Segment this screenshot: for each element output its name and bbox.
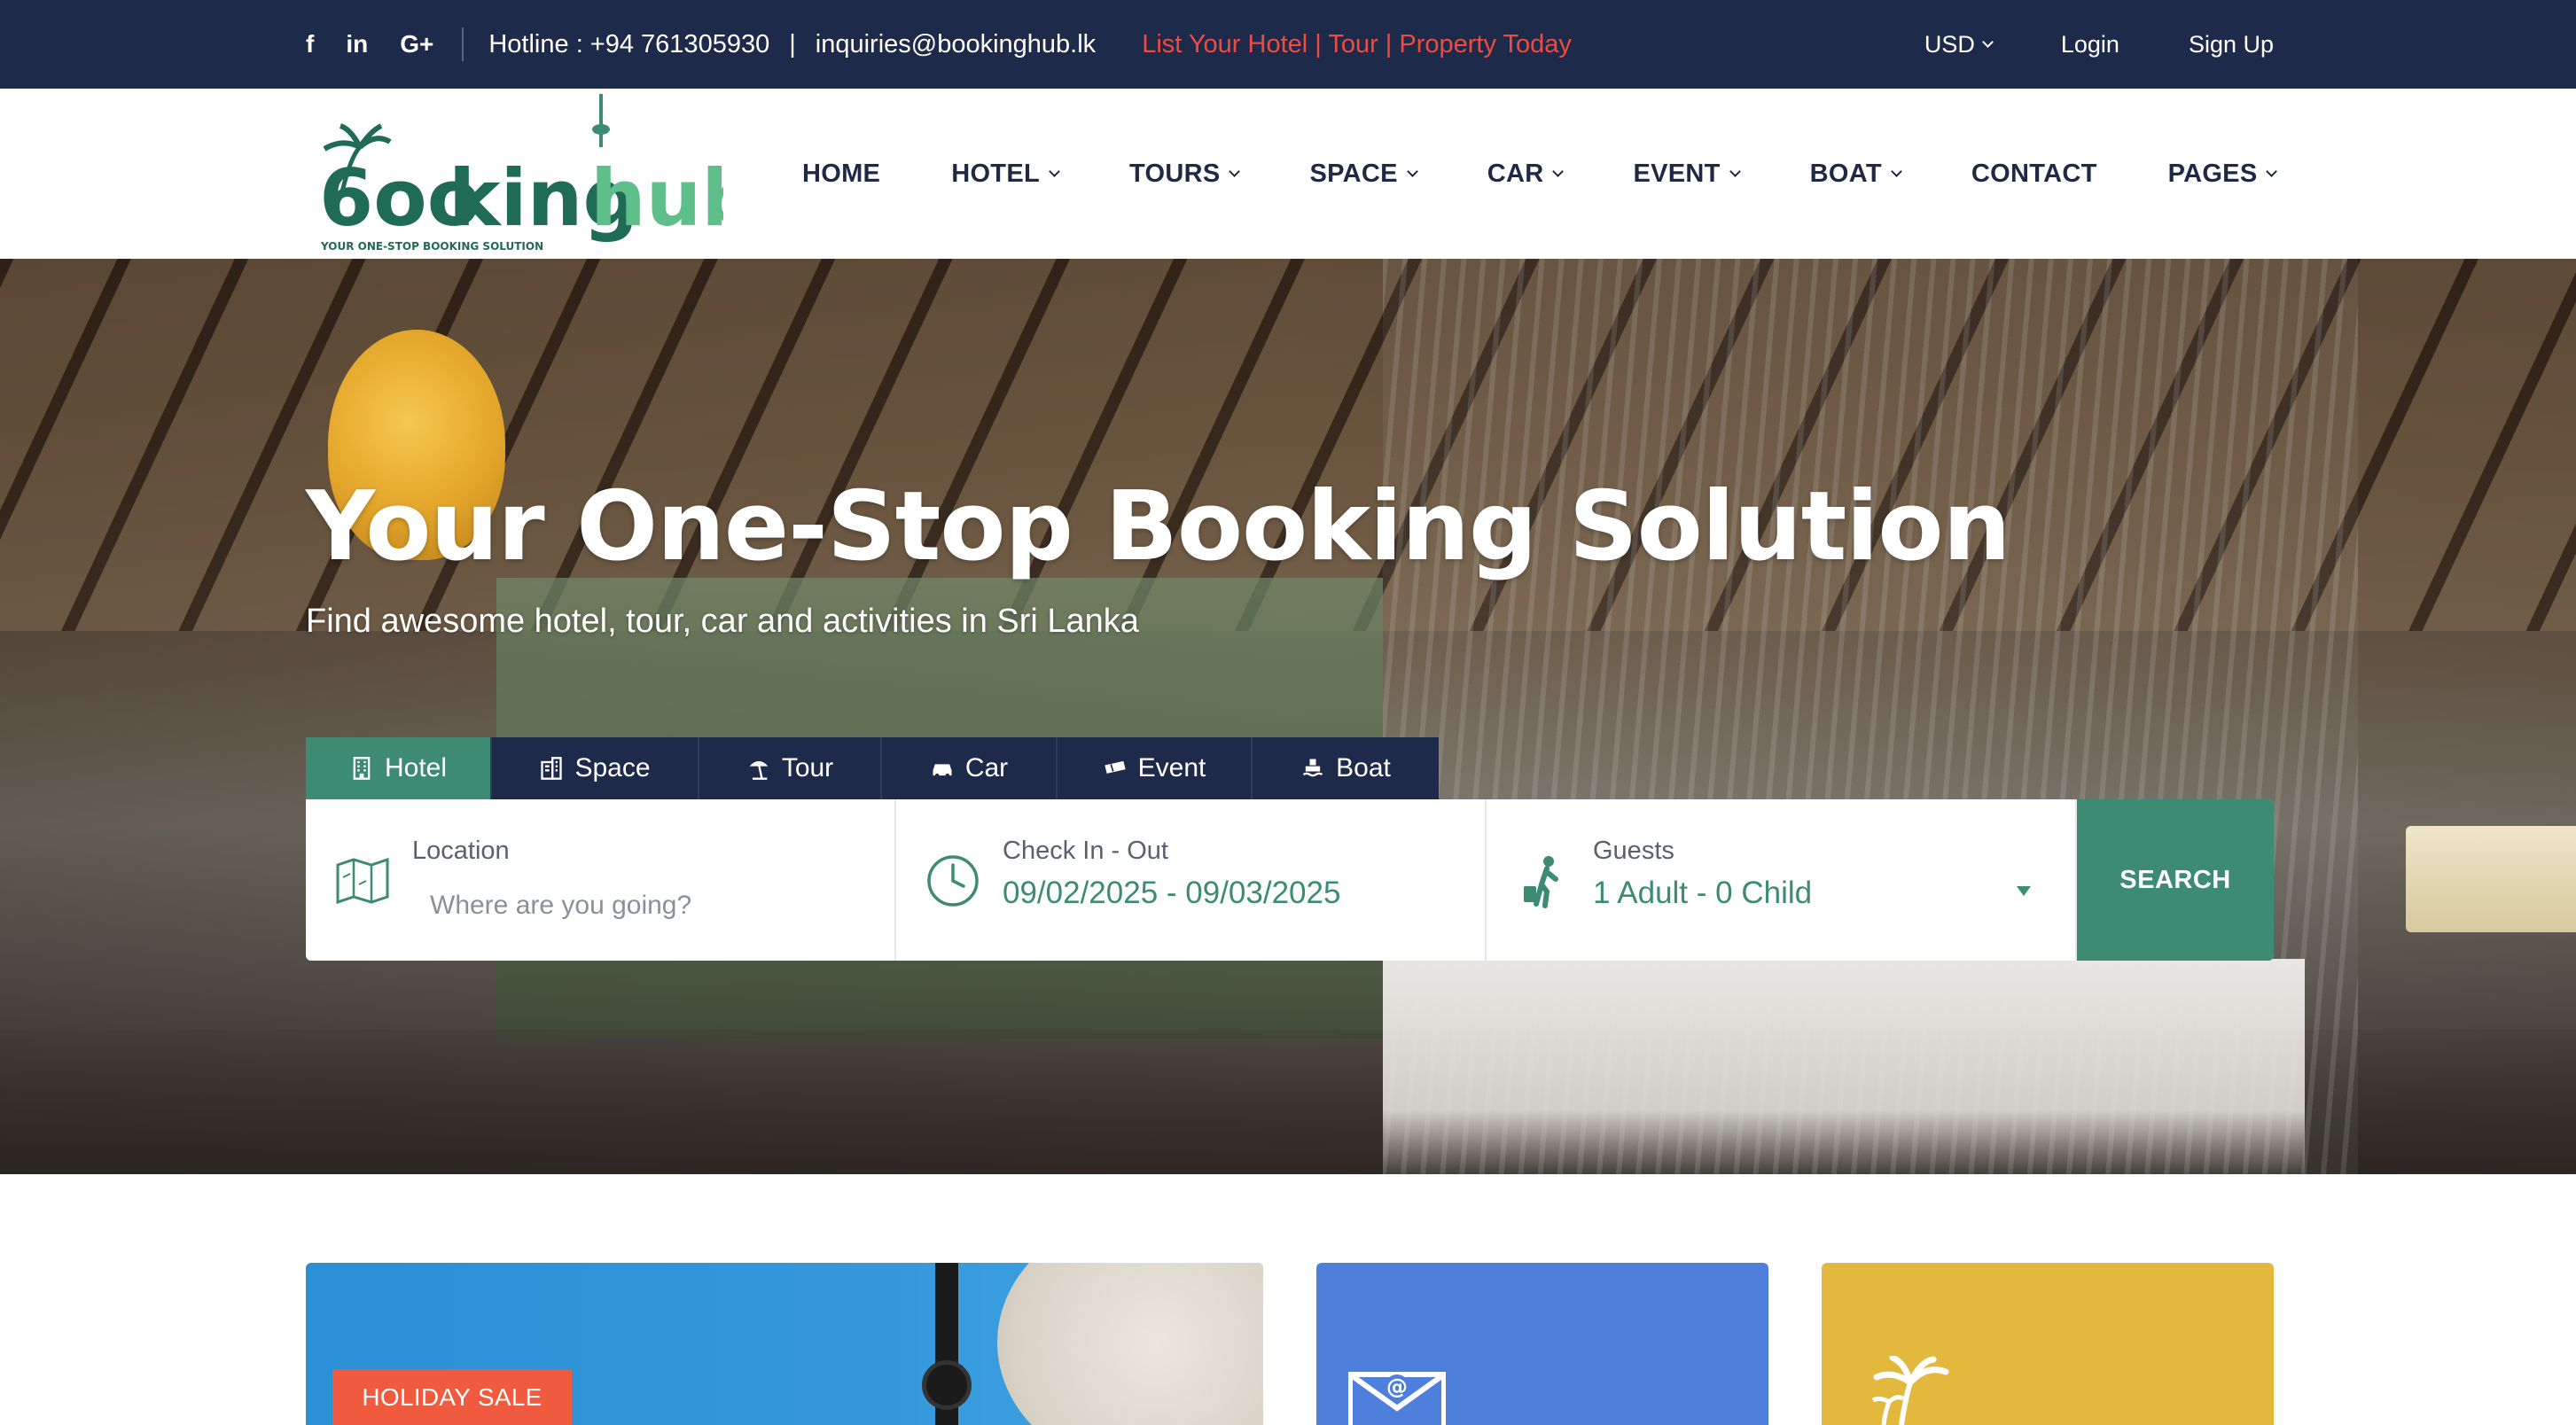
nav-space-label: SPACE [1309, 159, 1398, 188]
dates-field[interactable]: Check In - Out 09/02/2025 - 09/03/2025 [896, 799, 1487, 961]
linkedin-icon[interactable]: in [346, 30, 368, 58]
dates-value[interactable]: 09/02/2025 - 09/03/2025 [1003, 876, 1340, 911]
signup-link[interactable]: Sign Up [2189, 31, 2274, 58]
hero-background-lampshade [2406, 826, 2576, 932]
google-plus-icon[interactable]: G+ [400, 30, 433, 58]
chevron-down-icon [1049, 166, 1060, 177]
map-icon [336, 857, 389, 905]
chevron-down-icon [1891, 166, 1902, 177]
chevron-down-icon [2266, 166, 2278, 177]
nav-home-label: HOME [802, 159, 881, 188]
nav-pages[interactable]: PAGES [2167, 159, 2278, 189]
main-nav: HOME HOTEL TOURS SPACE CAR EVENT BOAT CO… [802, 89, 2278, 259]
hero-background-netting [1383, 259, 2358, 1174]
bookinghub-logo-icon: 6oo king hub YOUR ONE-STOP BOOKING SOLUT… [319, 94, 757, 253]
search-tabs: Hotel Space Tour Car Event Boat [306, 737, 1439, 799]
guests-value[interactable]: 1 Adult - 0 Child [1593, 876, 1812, 911]
login-link[interactable]: Login [2061, 31, 2119, 58]
main-header: 6oo king hub YOUR ONE-STOP BOOKING SOLUT… [0, 89, 2576, 259]
tab-event[interactable]: Event [1058, 737, 1253, 799]
nav-tours[interactable]: TOURS [1128, 159, 1241, 189]
tab-space-label: Space [574, 753, 651, 783]
nav-space[interactable]: SPACE [1309, 159, 1418, 189]
tab-tour-label: Tour [781, 753, 834, 783]
currency-label: USD [1924, 30, 1975, 58]
office-icon [541, 757, 563, 780]
nav-pages-label: PAGES [2167, 159, 2258, 188]
social-links: f in G+ [306, 30, 433, 58]
svg-text:@: @ [1386, 1374, 1408, 1399]
tab-car-label: Car [964, 753, 1009, 783]
tab-hotel-label: Hotel [384, 753, 448, 783]
hotline-text: Hotline : +94 761305930 [488, 29, 770, 58]
traveler-luggage-icon [1524, 856, 1558, 908]
holiday-sale-card[interactable]: HOLIDAY SALE [306, 1263, 1263, 1425]
search-form: Location Check In - Out 09/02/2025 - 09/… [306, 799, 2274, 961]
tab-hotel[interactable]: Hotel [306, 737, 492, 799]
chevron-down-icon [1552, 166, 1565, 177]
dates-label: Check In - Out [1003, 837, 1168, 865]
caret-down-icon[interactable] [2017, 886, 2031, 896]
ship-icon [1302, 759, 1323, 777]
tab-car[interactable]: Car [882, 737, 1058, 799]
clock-icon [927, 855, 979, 907]
divider [462, 27, 464, 61]
search-button[interactable]: SEARCH [2077, 799, 2274, 961]
nav-home[interactable]: HOME [802, 160, 880, 189]
hero-section: Your One-Stop Booking Solution Find awes… [0, 259, 2576, 1174]
currency-select[interactable]: USD [1924, 30, 1994, 58]
holiday-sale-badge: HOLIDAY SALE [332, 1369, 572, 1425]
email-link[interactable]: inquiries@bookinghub.lk [816, 30, 1096, 59]
email-envelope-icon: @ [1348, 1372, 1446, 1425]
tab-boat[interactable]: Boat [1253, 737, 1439, 799]
location-input[interactable] [430, 886, 855, 925]
hat-image [997, 1263, 1263, 1425]
beach-umbrella-icon [749, 760, 769, 780]
palm-tree-icon [1871, 1356, 1949, 1425]
tab-event-label: Event [1137, 753, 1206, 783]
chevron-down-icon [1229, 166, 1241, 177]
nav-hotel[interactable]: HOTEL [951, 159, 1060, 189]
watch-image [922, 1360, 972, 1410]
svg-text:YOUR ONE-STOP BOOKING SOLUTION: YOUR ONE-STOP BOOKING SOLUTION [320, 240, 543, 253]
hero-subtitle: Find awesome hotel, tour, car and activi… [306, 603, 1139, 640]
car-icon [933, 764, 952, 778]
nav-contact[interactable]: CONTACT [1971, 160, 2097, 189]
nav-boat[interactable]: BOAT [1809, 159, 1902, 189]
chevron-down-icon [1729, 166, 1741, 177]
tab-tour[interactable]: Tour [699, 737, 882, 799]
destinations-card[interactable] [1822, 1263, 2274, 1425]
building-icon [353, 757, 371, 780]
nav-event-label: EVENT [1633, 159, 1721, 188]
hero-title: Your One-Stop Booking Solution [306, 471, 2010, 582]
location-field[interactable]: Location [306, 799, 896, 961]
nav-boat-label: BOAT [1809, 159, 1882, 188]
nav-hotel-label: HOTEL [951, 159, 1040, 188]
nav-contact-label: CONTACT [1971, 159, 2097, 188]
list-property-link[interactable]: List Your Hotel | Tour | Property Today [1142, 30, 1572, 59]
guests-label: Guests [1593, 837, 1674, 865]
nav-car-label: CAR [1487, 159, 1544, 188]
facebook-icon[interactable]: f [306, 30, 314, 58]
tab-boat-label: Boat [1336, 753, 1391, 783]
chevron-down-icon [1406, 166, 1418, 177]
tab-space[interactable]: Space [492, 737, 699, 799]
chevron-down-icon [1981, 36, 1994, 48]
site-logo[interactable]: 6oo king hub YOUR ONE-STOP BOOKING SOLUT… [316, 94, 757, 255]
ticket-icon [1104, 760, 1126, 774]
newsletter-card[interactable]: @ [1316, 1263, 1768, 1425]
nav-car[interactable]: CAR [1487, 159, 1565, 189]
nav-tours-label: TOURS [1128, 159, 1221, 188]
guests-field[interactable]: Guests 1 Adult - 0 Child [1487, 799, 2077, 961]
location-label: Location [412, 837, 510, 865]
nav-event[interactable]: EVENT [1633, 159, 1741, 189]
svg-text:hub: hub [590, 152, 723, 244]
top-bar: f in G+ Hotline : +94 761305930 | inquir… [0, 0, 2576, 89]
topbar-divider: | [789, 29, 796, 58]
